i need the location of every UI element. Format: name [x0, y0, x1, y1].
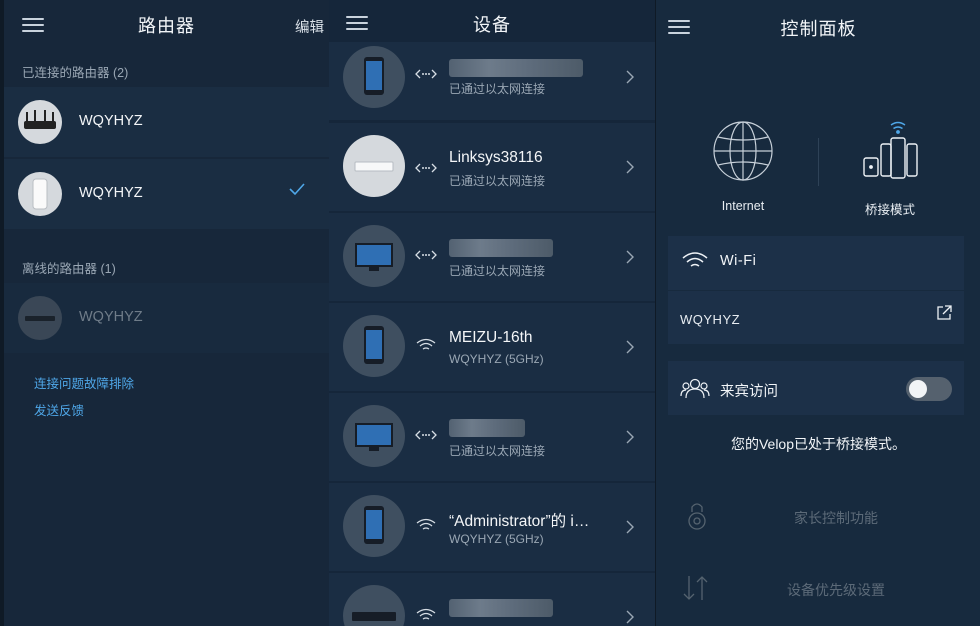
page-title: 路由器	[138, 16, 195, 36]
device-thumbnail	[343, 315, 405, 377]
velop-icon	[32, 178, 48, 210]
parental-controls-item: 家长控制功能	[656, 496, 980, 536]
internet-label: Internet	[721, 199, 765, 213]
device-connection-label: 已通过以太网连接	[449, 264, 546, 278]
wifi-card-header[interactable]: Wi-Fi	[668, 236, 964, 290]
ethernet-icon	[415, 250, 437, 260]
wifi-title: Wi-Fi	[720, 253, 757, 269]
chevron-right-icon	[626, 340, 634, 354]
guest-access-card: 来宾访问	[668, 361, 964, 415]
router-row[interactable]: WQYHYZ	[4, 87, 329, 157]
ssid-label: WQYHYZ	[680, 312, 741, 327]
device-name-redacted	[449, 239, 553, 257]
feedback-link[interactable]: 发送反馈	[34, 400, 84, 419]
device-row[interactable]	[329, 573, 655, 626]
device-thumbnail	[343, 405, 405, 467]
device-thumbnail	[343, 46, 405, 108]
device-connection-label: 已通过以太网连接	[449, 444, 546, 458]
wifi-icon	[416, 608, 436, 620]
router-name: WQYHYZ	[79, 113, 143, 129]
phone-icon	[364, 506, 384, 544]
parental-controls-label: 家长控制功能	[794, 510, 878, 526]
ethernet-icon	[415, 430, 437, 440]
routers-panel: 路由器 编辑 已连接的路由器 (2) WQYHYZ WQYHYZ 离线的路由器 …	[0, 0, 329, 626]
device-priority-item: 设备优先级设置	[656, 568, 980, 608]
device-priority-label: 设备优先级设置	[787, 582, 885, 598]
router-icon	[354, 161, 394, 172]
device-thumbnail	[343, 225, 405, 287]
device-connection-label: 已通过以太网连接	[449, 174, 546, 188]
device-thumbnail	[343, 135, 405, 197]
edit-button[interactable]: 编辑	[295, 16, 324, 37]
wifi-icon	[416, 338, 436, 350]
page-title: 控制面板	[780, 19, 857, 39]
device-row[interactable]: Linksys38116 已通过以太网连接	[329, 123, 655, 211]
monitor-icon	[355, 243, 393, 271]
phone-icon	[364, 57, 384, 95]
device-name: Linksys38116	[449, 149, 543, 166]
bridge-mode-notice: 您的Velop已处于桥接模式。	[730, 436, 907, 452]
check-icon	[289, 183, 305, 196]
device-thumbnail	[343, 495, 405, 557]
globe-icon[interactable]	[712, 120, 774, 182]
divider	[818, 138, 819, 186]
router-name: WQYHYZ	[79, 309, 143, 325]
device-row[interactable]: 已通过以太网连接	[329, 42, 655, 120]
troubleshoot-link[interactable]: 连接问题故障排除	[34, 373, 134, 392]
wifi-network-row[interactable]: WQYHYZ	[668, 291, 964, 344]
dashboard-panel: 控制面板 Internet 桥接模式 Wi-Fi WQYHYZ 来宾访问 您的V…	[655, 0, 980, 626]
monitor-icon	[355, 423, 393, 451]
guest-access-toggle[interactable]	[906, 377, 952, 401]
device-connection-label: 已通过以太网连接	[449, 82, 546, 96]
device-connection-label: WQYHYZ (5GHz)	[449, 532, 544, 546]
external-link-icon[interactable]	[936, 305, 952, 321]
chevron-right-icon	[626, 250, 634, 264]
guest-users-icon	[680, 378, 710, 399]
chevron-right-icon	[626, 610, 634, 624]
chevron-right-icon	[626, 520, 634, 534]
router-row-offline[interactable]: WQYHYZ	[4, 283, 329, 353]
ethernet-icon	[415, 69, 437, 79]
devices-panel: 设备 已通过以太网连接 Linksys38116 已通过以太网连接 已通过以太网…	[329, 0, 655, 626]
router-icon	[25, 316, 55, 321]
guest-access-label: 来宾访问	[720, 384, 778, 400]
chevron-right-icon	[626, 70, 634, 84]
chevron-right-icon	[626, 160, 634, 174]
device-thumbnail	[343, 585, 405, 626]
connected-routers-heading: 已连接的路由器 (2)	[22, 66, 129, 80]
device-row[interactable]: 已通过以太网连接	[329, 213, 655, 301]
ethernet-icon	[415, 163, 437, 173]
device-name-redacted	[449, 419, 525, 437]
device-row[interactable]: “Administrator”的 i… WQYHYZ (5GHz)	[329, 483, 655, 571]
device-connection-label: WQYHYZ (5GHz)	[449, 352, 544, 366]
device-name: MEIZU-16th	[449, 329, 533, 346]
page-title: 设备	[473, 15, 511, 35]
bridge-mode-icon[interactable]	[861, 118, 927, 184]
offline-routers-heading: 离线的路由器 (1)	[22, 262, 116, 276]
device-name-redacted	[449, 59, 583, 77]
router-row[interactable]: WQYHYZ	[4, 159, 329, 229]
chevron-right-icon	[626, 430, 634, 444]
device-row[interactable]: MEIZU-16th WQYHYZ (5GHz)	[329, 303, 655, 391]
router-icon	[24, 110, 56, 129]
phone-icon	[364, 326, 384, 364]
device-row[interactable]: 已通过以太网连接	[329, 393, 655, 481]
set-top-box-icon	[352, 612, 396, 621]
router-thumbnail	[18, 172, 62, 216]
wifi-icon	[682, 252, 708, 267]
bridge-mode-label: 桥接模式	[864, 203, 915, 217]
device-name-redacted	[449, 599, 553, 617]
router-thumbnail	[18, 100, 62, 144]
device-name: “Administrator”的 i…	[449, 513, 590, 530]
router-thumbnail	[18, 296, 62, 340]
router-name: WQYHYZ	[79, 185, 143, 201]
wifi-icon	[416, 518, 436, 530]
